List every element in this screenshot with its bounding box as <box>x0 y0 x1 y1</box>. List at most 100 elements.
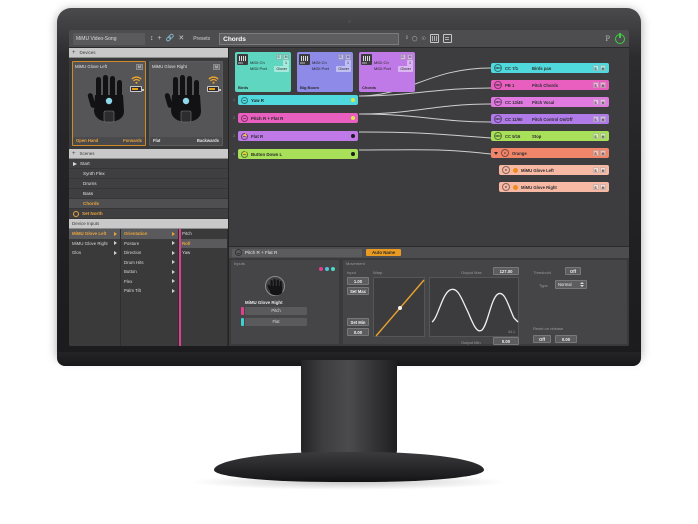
preferences-label[interactable]: P <box>606 34 610 43</box>
keyboard-icon[interactable] <box>429 34 439 43</box>
mute-button[interactable]: M <box>600 64 606 72</box>
balloon-icon[interactable]: ☉ <box>421 36 425 42</box>
output-waveform-graph[interactable]: 44.1 <box>429 277 519 337</box>
source-node-yaw-r[interactable]: 1 Yaw R <box>233 95 358 105</box>
source-node-flat-r[interactable]: 3 ⚡ Flat R <box>233 131 358 141</box>
device-inputs-item-glos[interactable]: Glos <box>69 248 120 258</box>
circle-icon[interactable]: ◯ <box>412 36 418 42</box>
play-icon[interactable] <box>73 161 77 166</box>
device-mute-button[interactable]: M <box>136 63 143 70</box>
plus-icon[interactable]: + <box>158 35 162 42</box>
input-button-pitch[interactable]: Pitch <box>245 307 307 315</box>
mute-button[interactable]: M <box>600 132 606 140</box>
midi-module-birds[interactable]: MIDI S M MIDI Ch 1 MIDI Port Glover Bird… <box>235 52 291 92</box>
solo-button[interactable]: S <box>592 132 599 140</box>
updown-arrows-icon[interactable]: ↕ <box>150 35 154 42</box>
mute-button[interactable]: M <box>600 81 606 89</box>
solo-button[interactable]: S <box>592 115 599 123</box>
device-inputs-item-flex[interactable]: Flex <box>121 277 178 287</box>
add-scene-icon[interactable]: + <box>72 151 76 157</box>
group-child-glove-right[interactable]: D MiMU Glove Right S M <box>499 182 609 192</box>
midi-module-chords[interactable]: MIDI S M MIDI Ch 1 MIDI Port Glover Chor… <box>359 52 415 92</box>
device-card-glove-right[interactable]: MiMU Glove Right M Flat Backwards <box>149 61 223 146</box>
scene-item-drums[interactable]: Drums <box>69 179 228 189</box>
scene-item-start[interactable]: Start <box>69 159 228 169</box>
solo-button[interactable]: S <box>592 166 599 174</box>
auto-name-button[interactable]: Auto Name <box>366 249 402 256</box>
reset-on-release-toggle[interactable]: Off <box>533 335 551 343</box>
device-card-glove-left[interactable]: MiMU Glove Left M Open Hand Forwards <box>72 61 146 146</box>
device-inputs-item-roll[interactable]: Roll <box>179 238 227 248</box>
text-cursor-icon[interactable]: I <box>406 36 408 41</box>
type-select[interactable]: Normal <box>555 280 587 289</box>
bolt-icon[interactable]: ⚡ <box>241 132 248 140</box>
mute-button[interactable]: M <box>600 149 606 157</box>
power-icon[interactable] <box>615 32 625 44</box>
device-inputs-item-orientation[interactable]: Orientation <box>121 229 178 239</box>
solo-button[interactable]: S <box>592 81 599 89</box>
node-output-port[interactable] <box>351 98 355 102</box>
warp-curve-graph[interactable] <box>373 277 425 337</box>
scene-item-set-north[interactable]: Set North <box>69 209 228 219</box>
scene-item-chords[interactable]: Chords <box>69 199 228 209</box>
device-inputs-item-palm-tilt[interactable]: Palm Tilt <box>121 286 178 296</box>
scene-name-input[interactable]: Chords <box>219 32 400 45</box>
output-node-pitch-chords[interactable]: MIDI PB 1 Pitch Chords S M <box>491 80 609 90</box>
reset-on-release-value[interactable]: 0.00 <box>555 335 577 343</box>
solo-button[interactable]: S <box>592 183 599 191</box>
set-min-button[interactable]: Set Min <box>347 318 369 326</box>
source-node-button-down-l[interactable]: 4 ⚡ Button Down L <box>233 149 358 159</box>
link-icon[interactable]: 🔗 <box>166 35 175 42</box>
threshold-toggle[interactable]: Off <box>565 267 581 275</box>
bolt-icon[interactable]: ⚡ <box>241 150 248 158</box>
solo-button[interactable]: S <box>399 54 406 60</box>
list-icon[interactable] <box>442 34 452 43</box>
input-max-value[interactable]: 1.00 <box>347 277 369 285</box>
knob-icon[interactable] <box>241 114 248 122</box>
device-inputs-item-pitch[interactable]: Pitch <box>179 229 227 239</box>
solo-button[interactable]: S <box>275 54 282 60</box>
output-node-birds-pan[interactable]: MIDI CC 7/1 Birds pan S M <box>491 63 609 73</box>
device-inputs-item-glove-right[interactable]: MiMU Glove Right <box>69 239 120 249</box>
node-output-port[interactable] <box>351 152 355 156</box>
mute-button[interactable]: M <box>600 98 606 106</box>
mute-button[interactable]: M <box>600 166 606 174</box>
mapping-canvas[interactable]: MIDI S M MIDI Ch 1 MIDI Port Glover Bird… <box>229 48 629 246</box>
source-node-pitch-r-flat-r[interactable]: 2 Pitch R + Flat R <box>233 113 358 123</box>
device-inputs-item-glove-left[interactable]: MiMU Glove Left <box>69 229 120 239</box>
input-button-flat[interactable]: Flat <box>245 318 307 326</box>
output-node-stop[interactable]: MIDI CC 5/16 Stop S M <box>491 131 609 141</box>
device-inputs-item-direction[interactable]: Direction <box>121 248 178 258</box>
scene-item-bass[interactable]: Bass <box>69 189 228 199</box>
presets-button[interactable]: Presets <box>189 36 214 42</box>
input-min-value[interactable]: 0.00 <box>347 328 369 336</box>
group-child-glove-left[interactable]: D MiMU Glove Left S M <box>499 165 609 175</box>
output-node-pitch-vocal[interactable]: MIDI CC 13/45 Pitch Vocal S M <box>491 97 609 107</box>
midi-module-big-boom[interactable]: MIDI S M MIDI Ch 1 MIDI Port Glover Big … <box>297 52 353 92</box>
output-node-pitch-control-onoff[interactable]: MIDI CC 11/90 Pitch Control On/Off S M <box>491 114 609 124</box>
node-output-port[interactable] <box>351 116 355 120</box>
midi-port-value[interactable]: Glover <box>274 66 289 72</box>
add-device-icon[interactable]: + <box>72 50 76 56</box>
close-icon[interactable]: ✕ <box>178 35 184 42</box>
output-group-orange[interactable]: G Orange S M <box>491 148 609 158</box>
output-min-value[interactable]: 0.00 <box>493 337 519 345</box>
set-max-button[interactable]: Set Max <box>347 287 369 295</box>
midi-port-value[interactable]: Glover <box>336 66 351 72</box>
device-mute-button[interactable]: M <box>213 63 220 70</box>
knob-icon[interactable] <box>241 96 248 104</box>
scene-item-synth-flex[interactable]: Synth Flex <box>69 169 228 179</box>
device-inputs-item-yaw[interactable]: Yaw <box>179 248 227 258</box>
device-inputs-item-button[interactable]: Button <box>121 267 178 277</box>
solo-button[interactable]: S <box>592 149 599 157</box>
solo-button[interactable]: S <box>592 64 599 72</box>
chevron-down-icon[interactable] <box>494 151 498 155</box>
editor-title-field[interactable]: Pitch R + Flat R <box>232 248 362 257</box>
solo-button[interactable]: S <box>337 54 344 60</box>
mute-button[interactable]: M <box>600 183 606 191</box>
song-title-field[interactable]: MiMU Video-Song <box>73 32 145 45</box>
midi-port-value[interactable]: Glover <box>398 66 413 72</box>
node-output-port[interactable] <box>351 134 355 138</box>
device-inputs-item-drum-hits[interactable]: Drum Hits <box>121 258 178 268</box>
device-inputs-item-posture[interactable]: Posture <box>121 239 178 249</box>
